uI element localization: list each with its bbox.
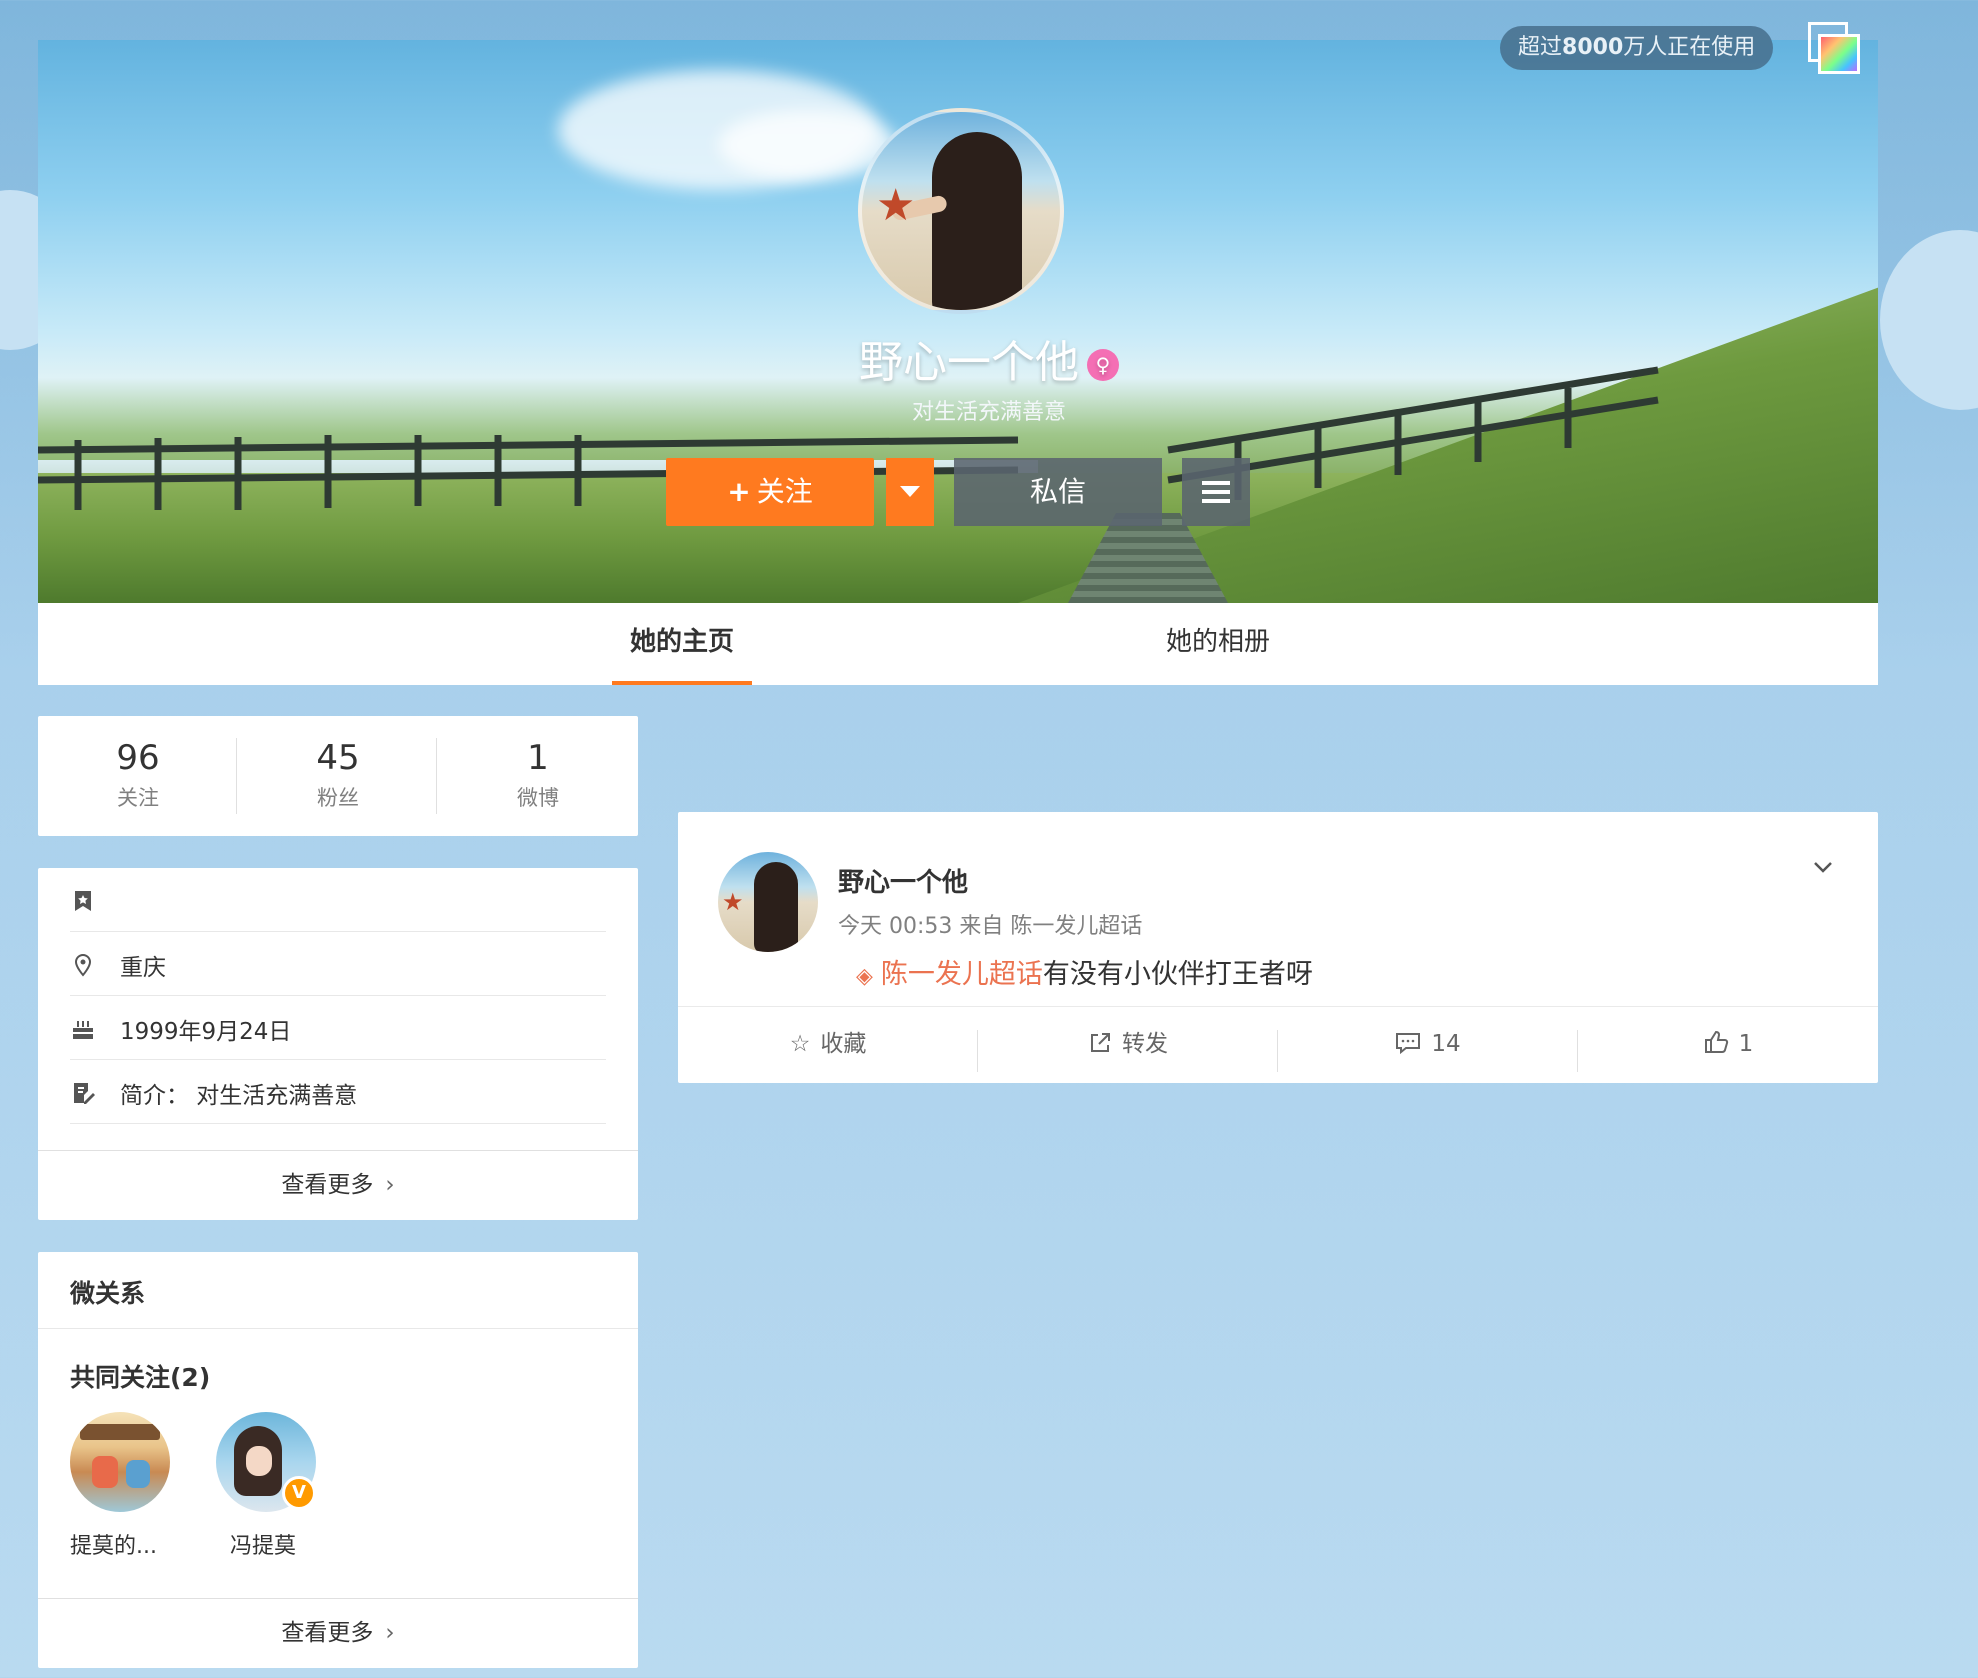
more-menu-button[interactable] <box>1182 458 1250 526</box>
female-gender-icon: ♀ <box>1087 349 1119 381</box>
location-pin-icon <box>70 952 96 978</box>
profile-name: 野心一个他 <box>859 337 1079 388</box>
relations-card: 微关系 共同关注(2) 提莫的... V 冯提莫 查看更多 › <box>38 1252 638 1668</box>
info-row-level <box>70 868 606 932</box>
post-author-avatar[interactable]: ★ <box>718 852 818 952</box>
favorite-button[interactable]: ☆ 收藏 <box>678 1006 978 1083</box>
follow-button[interactable]: + 关注 <box>666 458 874 526</box>
thumbs-up-icon <box>1703 1006 1729 1083</box>
profile-avatar[interactable]: ★ <box>858 108 1064 314</box>
stat-weibo[interactable]: 1 微博 <box>438 738 638 812</box>
stat-following[interactable]: 96 关注 <box>38 738 238 812</box>
profile-tabs: 她的主页 她的相册 <box>38 603 1878 685</box>
plus-icon: + <box>727 475 751 508</box>
message-button[interactable]: 私信 <box>954 458 1162 526</box>
post-content: ◈ 陈一发儿超话有没有小伙伴打王者呀 <box>856 952 1313 991</box>
info-row-location: 重庆 <box>70 932 606 996</box>
birthday-cake-icon <box>70 1016 96 1042</box>
info-row-birthday: 1999年9月24日 <box>70 996 606 1060</box>
starfish-icon: ★ <box>722 888 744 916</box>
common-follow-item[interactable]: 提莫的... <box>70 1412 190 1560</box>
star-outline-icon: ☆ <box>789 1031 811 1057</box>
menu-icon <box>1202 481 1230 485</box>
post-author-name[interactable]: 野心一个他 <box>838 862 968 899</box>
post-topic-link[interactable]: 陈一发儿超话 <box>881 959 1043 990</box>
weibo-post-card: ★ 野心一个他 今天 00:53 来自 陈一发儿超话 ◈ 陈一发儿超话有没有小伙伴… <box>678 812 1878 1083</box>
intro-text: 简介： 对生活充满善意 <box>120 1083 358 1109</box>
info-see-more-link[interactable]: 查看更多 › <box>38 1150 638 1220</box>
skin-theme-button[interactable] <box>1808 22 1860 74</box>
relations-title: 微关系 <box>70 1279 146 1308</box>
tab-album[interactable]: 她的相册 <box>1148 603 1288 685</box>
edit-note-icon <box>70 1080 96 1106</box>
profile-info-card: 重庆 1999年9月24日 简介： 对生活充满善意 查看更多 › <box>38 868 638 1220</box>
supertopic-diamond-icon: ◈ <box>856 964 873 989</box>
profile-name-row: 野心一个他 ♀ <box>0 326 1978 390</box>
comment-icon <box>1395 1006 1421 1083</box>
repost-button[interactable]: 转发 <box>978 1006 1278 1083</box>
stats-card: 96 关注 45 粉丝 1 微博 <box>38 716 638 836</box>
relations-see-more-link[interactable]: 查看更多 › <box>38 1598 638 1668</box>
follow-dropdown-button[interactable] <box>886 458 934 526</box>
stat-followers[interactable]: 45 粉丝 <box>238 738 438 812</box>
profile-bio: 对生活充满善意 <box>911 400 1066 425</box>
birthday-text: 1999年9月24日 <box>120 1019 292 1045</box>
share-icon <box>1088 1006 1112 1083</box>
post-meta: 今天 00:53 来自 陈一发儿超话 <box>838 914 1143 939</box>
bookmark-star-icon <box>70 888 96 914</box>
chevron-right-icon: › <box>385 1172 395 1198</box>
info-row-intro: 简介： 对生活充满善意 <box>70 1060 606 1124</box>
post-body-text: 有没有小伙伴打王者呀 <box>1042 959 1313 990</box>
common-follow-title: 共同关注(2) <box>70 1363 211 1392</box>
location-text: 重庆 <box>120 955 166 981</box>
tab-home[interactable]: 她的主页 <box>612 603 752 685</box>
common-follow-item[interactable]: V 冯提莫 <box>216 1412 336 1560</box>
friend-avatar <box>70 1412 170 1512</box>
chevron-right-icon: › <box>385 1620 395 1646</box>
comment-button[interactable]: 14 <box>1278 1006 1578 1083</box>
chevron-down-icon[interactable] <box>1812 856 1834 878</box>
user-count-badge: 超过8000万人正在使用 <box>1500 26 1774 70</box>
starfish-icon: ★ <box>876 180 916 231</box>
like-button[interactable]: 1 <box>1578 1006 1878 1083</box>
color-palette-icon <box>1818 34 1860 74</box>
verified-v-icon: V <box>282 1476 316 1510</box>
